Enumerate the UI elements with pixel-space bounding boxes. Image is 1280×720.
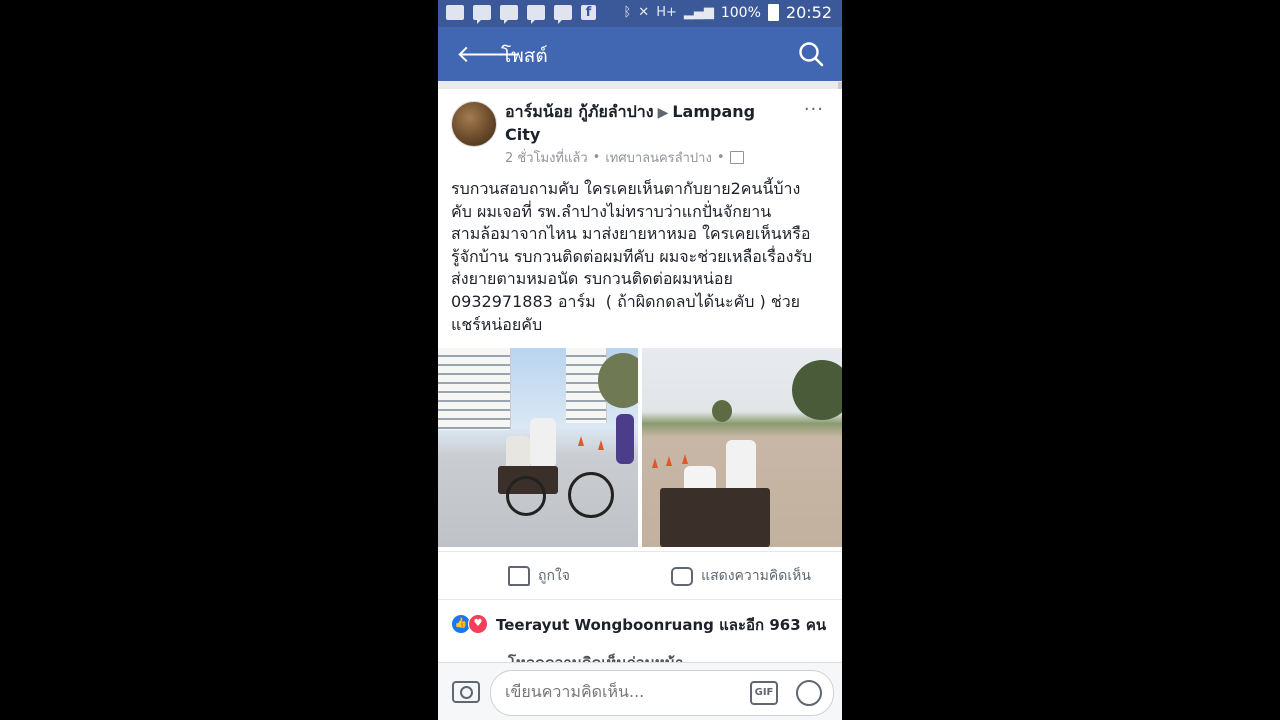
more-options-icon[interactable]: ··· xyxy=(804,99,824,120)
reactions-summary[interactable]: 👍 ♥ Teerayut Wongboonruang และอีก 963 คน xyxy=(438,599,842,646)
thumbs-up-icon xyxy=(508,566,530,586)
mute-icon: ✕ xyxy=(638,5,650,20)
love-reaction-icon: ♥ xyxy=(468,614,488,634)
comment-composer: GIF xyxy=(438,662,842,720)
photo-2[interactable] xyxy=(642,348,842,547)
post-author[interactable]: อาร์มน้อย กู้ภัยลำปาง ▶ Lampang City xyxy=(505,101,795,146)
phone-screen: f ᛒ ✕ H+ ▂▄▆ 100% 20:52 🡐 โพสต์ อาร์มน้อ… xyxy=(438,0,842,720)
comment-label: แสดงความคิดเห็น xyxy=(701,568,811,584)
audience-icon xyxy=(729,151,744,164)
separator-dot: • xyxy=(592,150,601,165)
post-card: อาร์มน้อย กู้ภัยลำปาง ▶ Lampang City ··· 2… xyxy=(438,89,842,599)
smiley-icon[interactable] xyxy=(796,680,822,706)
battery-percent: 100% xyxy=(720,4,761,21)
page-title: โพสต์ xyxy=(501,45,548,67)
avatar[interactable] xyxy=(451,101,497,147)
app-bar: 🡐 โพสต์ xyxy=(438,27,842,81)
comment-button[interactable]: แสดงความคิดเห็น xyxy=(640,552,842,600)
post-text: รบกวนสอบถามคับ ใครเคยเห็นตากับยาย2คนนี้บ… xyxy=(451,179,813,334)
tree xyxy=(792,360,842,420)
message-notification-icon xyxy=(473,5,491,24)
post-location[interactable]: เทศบาลนครลำปาง xyxy=(605,147,712,168)
system-status: ᛒ ✕ H+ ▂▄▆ 100% 20:52 xyxy=(623,3,832,22)
notification-icons: f xyxy=(446,5,596,24)
search-icon[interactable] xyxy=(798,41,824,67)
signal-icon: ▂▄▆ xyxy=(683,5,714,20)
bluetooth-icon: ᛒ xyxy=(623,5,632,20)
traffic-cone xyxy=(652,458,658,468)
message-notification-icon-3 xyxy=(527,5,545,24)
wheel xyxy=(568,472,614,518)
hospital-building xyxy=(438,348,511,430)
post-meta: 2 ชั่วโมงที่แล้ว • เทศบาลนครลำปาง • xyxy=(505,147,744,168)
reactions-text: Teerayut Wongboonruang และอีก 963 คน xyxy=(496,616,827,634)
traffic-cone xyxy=(682,454,688,464)
battery-icon xyxy=(767,4,779,21)
traffic-cone xyxy=(598,440,604,450)
traffic-cone xyxy=(666,456,672,466)
wheel xyxy=(506,476,546,516)
like-label: ถูกใจ xyxy=(538,568,570,584)
palm-tree xyxy=(712,400,732,422)
like-button[interactable]: ถูกใจ xyxy=(438,552,640,600)
message-notification-icon-4 xyxy=(554,5,572,24)
post-actions: ถูกใจ แสดงความคิดเห็น xyxy=(438,551,842,600)
message-notification-icon-2 xyxy=(500,5,518,24)
comment-input[interactable] xyxy=(503,681,737,702)
network-type: H+ xyxy=(656,5,677,20)
man-cycling xyxy=(530,418,556,468)
photo-1[interactable] xyxy=(438,348,638,547)
photo-grid xyxy=(438,348,842,547)
pedestrian xyxy=(616,414,634,464)
gif-button[interactable]: GIF xyxy=(750,681,778,705)
play-arrow-icon: ▶ xyxy=(657,105,669,121)
camera-icon[interactable] xyxy=(452,681,480,703)
messenger-notification-icon xyxy=(446,5,464,20)
author-name[interactable]: อาร์มน้อย กู้ภัยลำปาง xyxy=(505,102,654,121)
tricycle-rear xyxy=(660,488,770,547)
facebook-notification-icon: f xyxy=(581,5,596,20)
clock: 20:52 xyxy=(785,3,832,22)
post-time[interactable]: 2 ชั่วโมงที่แล้ว xyxy=(505,147,588,168)
comment-bubble-icon xyxy=(671,566,694,586)
status-bar: f ᛒ ✕ H+ ▂▄▆ 100% 20:52 xyxy=(438,0,842,27)
separator-dot-2: • xyxy=(716,150,725,165)
traffic-cone xyxy=(578,436,584,446)
comment-input-box[interactable]: GIF xyxy=(490,670,834,716)
